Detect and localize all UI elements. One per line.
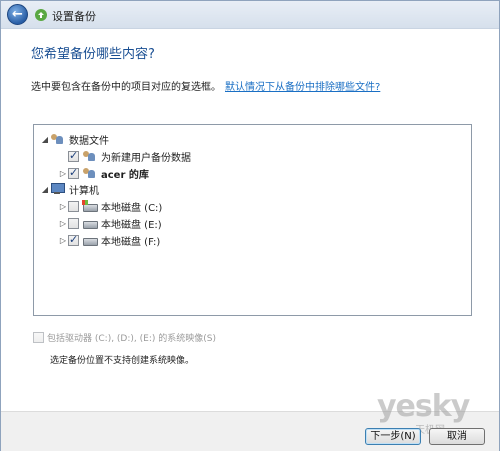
system-image-checkbox [33, 332, 44, 343]
next-button[interactable]: 下一步(N) [365, 428, 421, 445]
collapsed-arrow-icon[interactable]: ▷ [58, 236, 68, 245]
tree-node-computer[interactable]: ◢ 计算机 [40, 181, 99, 197]
drive-e-checkbox[interactable] [68, 217, 79, 229]
tree-node-drive-e[interactable]: ▷ 本地磁盘 (E:) [58, 215, 162, 231]
instruction-line: 选中要包含在备份中的项目对应的复选框。 默认情况下从备份中排除哪些文件? [31, 78, 380, 93]
tree-node-drive-f[interactable]: ▷ 本地磁盘 (F:) [58, 232, 160, 248]
tree-node-acer-libraries[interactable]: ▷ acer 的库 [58, 165, 149, 181]
title-bar: ← 设置备份 [1, 1, 499, 29]
system-image-option: 包括驱动器 (C:), (D:), (E:) 的系统映像(S) [33, 331, 216, 344]
instruction-text: 选中要包含在备份中的项目对应的复选框。 [31, 82, 221, 93]
expand-arrow-icon[interactable]: ◢ [40, 185, 50, 194]
collapsed-arrow-icon[interactable]: ▷ [58, 169, 68, 178]
drive-c-checkbox[interactable] [68, 200, 79, 212]
backup-wizard-window: ← 设置备份 您希望备份哪些内容? 选中要包含在备份中的项目对应的复选框。 默认情… [0, 0, 500, 451]
tree-node-label: 本地磁盘 (F:) [101, 236, 161, 248]
tree-node-data-files[interactable]: ◢ 数据文件 [40, 131, 109, 147]
tree-node-label: acer 的库 [101, 169, 149, 181]
system-image-label: 包括驱动器 (C:), (D:), (E:) 的系统映像(S) [47, 334, 216, 344]
backup-app-icon [35, 9, 47, 21]
users-icon [50, 133, 65, 145]
drive-icon [82, 217, 98, 229]
cancel-button[interactable]: 取消 [429, 428, 485, 445]
tree-node-new-user-data[interactable]: 为新建用户备份数据 [58, 148, 191, 164]
backup-item-tree[interactable]: ◢ 数据文件 为新建用户备份数据 ▷ acer 的库 ◢ 计算机 ▷ 本地磁盘 … [33, 124, 472, 316]
new-user-data-checkbox[interactable] [68, 149, 79, 162]
collapsed-arrow-icon[interactable]: ▷ [58, 219, 68, 228]
system-image-note: 选定备份位置不支持创建系统映像。 [50, 356, 195, 366]
tree-node-label: 计算机 [69, 185, 99, 197]
tree-node-label: 为新建用户备份数据 [101, 152, 191, 164]
tree-node-label: 数据文件 [69, 135, 109, 147]
page-heading: 您希望备份哪些内容? [31, 47, 155, 62]
back-arrow-icon[interactable]: ← [7, 4, 28, 25]
users-icon [82, 150, 97, 162]
tree-node-drive-c[interactable]: ▷ 本地磁盘 (C:) [58, 198, 162, 214]
excluded-files-link[interactable]: 默认情况下从备份中排除哪些文件? [225, 82, 380, 93]
tree-node-label: 本地磁盘 (E:) [101, 219, 162, 231]
watermark-logo: yesky [377, 389, 470, 424]
window-title: 设置备份 [52, 10, 96, 23]
expand-arrow-icon[interactable]: ◢ [40, 135, 50, 144]
acer-libraries-checkbox[interactable] [68, 166, 79, 179]
collapsed-arrow-icon[interactable]: ▷ [58, 202, 68, 211]
computer-icon [50, 183, 65, 195]
drive-f-checkbox[interactable] [68, 233, 79, 246]
user-icon [82, 167, 97, 179]
drive-icon [82, 234, 98, 246]
system-drive-icon [82, 200, 98, 212]
tree-node-label: 本地磁盘 (C:) [101, 202, 163, 214]
